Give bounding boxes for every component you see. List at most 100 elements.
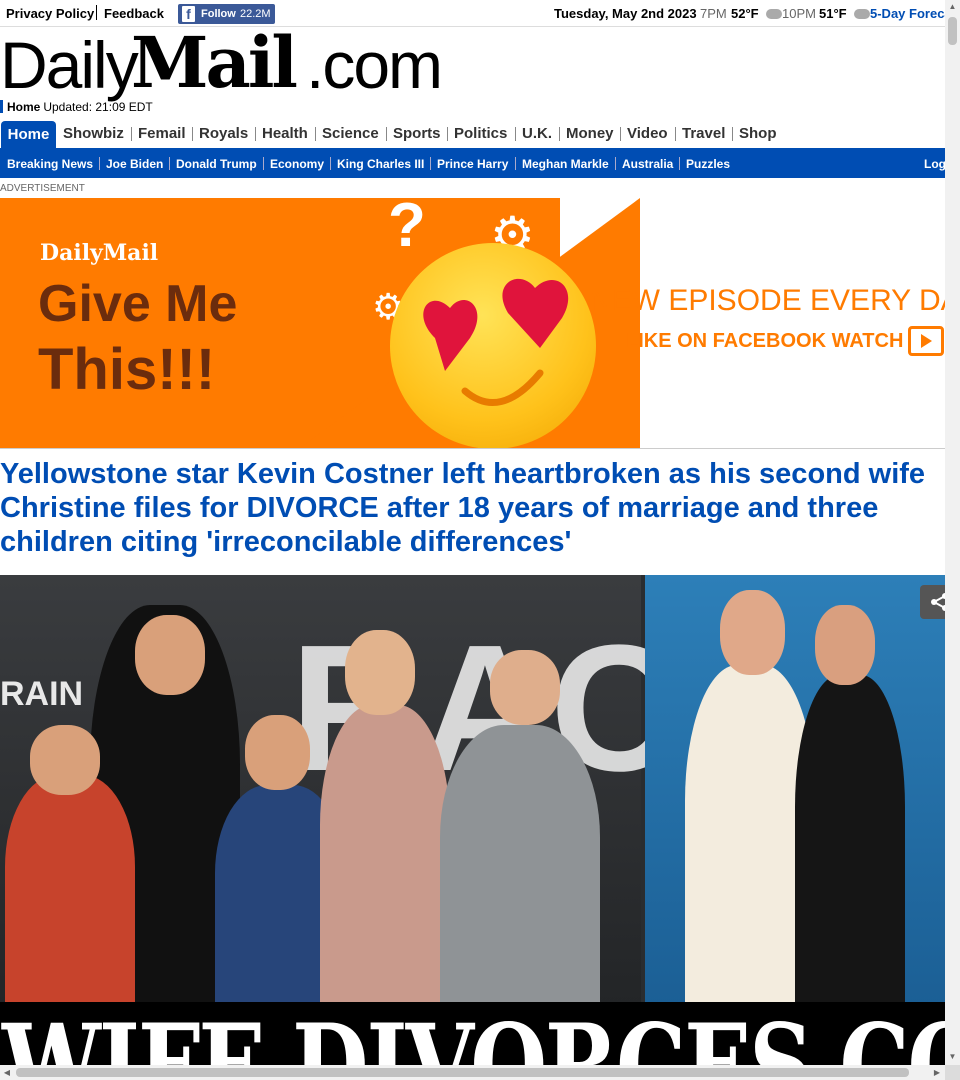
- horizontal-scrollbar[interactable]: ◀ ▶: [0, 1065, 945, 1080]
- subnav-king-charles[interactable]: King Charles III: [337, 157, 424, 171]
- person: [245, 715, 310, 790]
- breadcrumb-home[interactable]: Home: [7, 100, 40, 114]
- ad-brand: DailyMail: [40, 240, 159, 266]
- scrollbar-thumb[interactable]: [948, 17, 957, 45]
- divider: [515, 127, 516, 141]
- breadcrumb: Home Updated: 21:09 EDT: [0, 100, 153, 114]
- divider: [330, 157, 331, 170]
- ad-title: This!!!: [38, 337, 216, 402]
- person: [795, 675, 905, 1005]
- nav-tab-video[interactable]: Video: [627, 125, 668, 142]
- divider: [255, 127, 256, 141]
- photo-couple: [645, 575, 945, 1005]
- divider: [732, 127, 733, 141]
- privacy-policy-link[interactable]: Privacy Policy: [6, 6, 94, 21]
- nav-tab-home[interactable]: Home: [1, 121, 56, 149]
- article-hero-image[interactable]: RAC RAIN: [0, 575, 945, 1005]
- subnav-donald-trump[interactable]: Donald Trump: [176, 157, 257, 171]
- five-day-forecast-link[interactable]: 5-Day Forecast: [870, 6, 945, 21]
- logo-daily: Daily: [0, 28, 139, 102]
- secondary-nav: Breaking News Joe Biden Donald Trump Eco…: [0, 149, 945, 178]
- logo-mail: Mail: [131, 21, 298, 104]
- person: [815, 605, 875, 685]
- person: [320, 705, 450, 1005]
- accent-bar: [0, 100, 3, 113]
- subnav-australia[interactable]: Australia: [622, 157, 673, 171]
- person: [135, 615, 205, 695]
- nav-tab-money[interactable]: Money: [566, 125, 614, 142]
- subnav-economy[interactable]: Economy: [270, 157, 324, 171]
- weather-temp: 51°F: [819, 6, 847, 21]
- person: [720, 590, 785, 675]
- share-icon: [931, 593, 945, 611]
- logo-com: .com: [306, 28, 443, 102]
- photo-family: RAC RAIN: [0, 575, 680, 1005]
- feedback-link[interactable]: Feedback: [104, 6, 164, 21]
- divider: [447, 127, 448, 141]
- person: [440, 725, 600, 1005]
- nav-tab-royals[interactable]: Royals: [199, 125, 248, 142]
- scroll-up-arrow-icon[interactable]: ▲: [945, 0, 960, 14]
- divider: [263, 157, 264, 170]
- article-headline[interactable]: Yellowstone star Kevin Costner left hear…: [0, 457, 945, 559]
- backdrop-text: RAIN: [0, 675, 84, 713]
- heart-eyes-emoji-icon: [390, 243, 596, 448]
- follow-label: Follow: [201, 8, 236, 20]
- nav-tab-sports[interactable]: Sports: [393, 125, 441, 142]
- advertisement-banner[interactable]: ? ⚙ ⚙ DailyMail Give Me This!!! NEW EPIS…: [0, 198, 945, 449]
- nav-tab-science[interactable]: Science: [322, 125, 379, 142]
- nav-tab-showbiz[interactable]: Showbiz: [63, 125, 124, 142]
- page-viewport: Privacy Policy Feedback f Follow 22.2M T…: [0, 0, 945, 1065]
- divider: [515, 157, 516, 170]
- divider: [192, 127, 193, 141]
- divider: [169, 157, 170, 170]
- play-icon: [908, 326, 944, 356]
- subnav-prince-harry[interactable]: Prince Harry: [437, 157, 508, 171]
- divider: [315, 127, 316, 141]
- divider: [679, 157, 680, 170]
- updated-time: Updated: 21:09 EDT: [43, 100, 153, 114]
- primary-nav: Home Showbiz Femail Royals Health Scienc…: [0, 119, 945, 149]
- scroll-down-arrow-icon[interactable]: ▼: [945, 1050, 960, 1064]
- divider: [559, 127, 560, 141]
- divider: [675, 127, 676, 141]
- divider: [430, 157, 431, 170]
- dailymail-logo[interactable]: Daily Mail .com: [0, 21, 445, 104]
- divider: [615, 157, 616, 170]
- person: [490, 650, 560, 725]
- vertical-scrollbar[interactable]: ▲ ▼: [945, 0, 960, 1065]
- nav-tab-femail[interactable]: Femail: [138, 125, 186, 142]
- facebook-icon: f: [182, 6, 195, 22]
- subnav-puzzles[interactable]: Puzzles: [686, 157, 730, 171]
- scrollbar-corner: [945, 1065, 960, 1080]
- follower-count: 22.2M: [240, 8, 271, 20]
- divider: [99, 157, 100, 170]
- nav-tab-shop[interactable]: Shop: [739, 125, 777, 142]
- subnav-meghan-markle[interactable]: Meghan Markle: [522, 157, 609, 171]
- divider: [96, 5, 97, 20]
- nav-tab-health[interactable]: Health: [262, 125, 308, 142]
- person: [30, 725, 100, 795]
- weather-time: 7PM: [700, 6, 727, 21]
- divider: [131, 127, 132, 141]
- nav-tab-politics[interactable]: Politics: [454, 125, 507, 142]
- nav-tab-uk[interactable]: U.K.: [522, 125, 552, 142]
- scroll-left-arrow-icon[interactable]: ◀: [0, 1065, 14, 1080]
- ad-tagline: NEW EPISODE EVERY DAY: [590, 284, 945, 317]
- person: [5, 775, 135, 1005]
- splash-headline-banner[interactable]: WIFE DIVORCES COSTNER: [0, 1002, 945, 1065]
- divider: [386, 127, 387, 141]
- splash-text: WIFE DIVORCES COSTNER: [2, 1002, 945, 1065]
- advertisement-label: ADVERTISEMENT: [0, 183, 85, 194]
- subnav-joe-biden[interactable]: Joe Biden: [106, 157, 163, 171]
- person: [345, 630, 415, 715]
- subnav-breaking-news[interactable]: Breaking News: [7, 157, 93, 171]
- scroll-right-arrow-icon[interactable]: ▶: [930, 1065, 944, 1080]
- current-date: Tuesday, May 2nd 2023: [554, 6, 697, 21]
- login-link[interactable]: Login: [924, 157, 945, 171]
- nav-tab-travel[interactable]: Travel: [682, 125, 725, 142]
- weather-temp: 52°F: [731, 6, 759, 21]
- scrollbar-thumb[interactable]: [16, 1068, 909, 1077]
- share-button[interactable]: [920, 585, 945, 619]
- divider: [620, 127, 621, 141]
